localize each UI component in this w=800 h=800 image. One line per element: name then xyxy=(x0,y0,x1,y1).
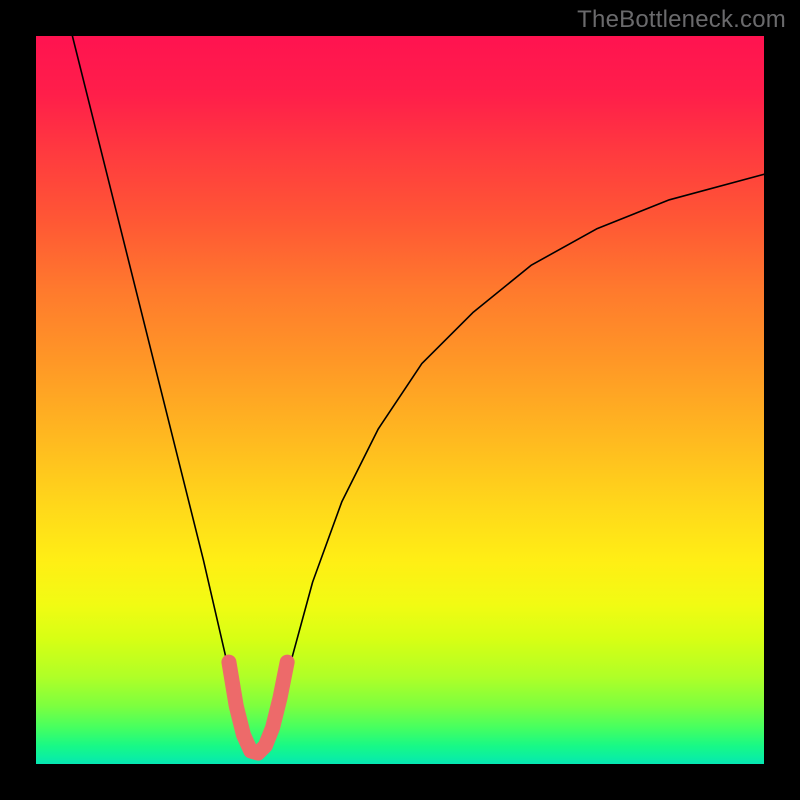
bottleneck-curve xyxy=(72,36,764,753)
highlight-segment xyxy=(229,662,287,753)
plot-area xyxy=(36,36,764,764)
watermark-label: TheBottleneck.com xyxy=(577,6,786,34)
chart-svg xyxy=(36,36,764,764)
chart-frame: TheBottleneck.com xyxy=(0,0,800,800)
